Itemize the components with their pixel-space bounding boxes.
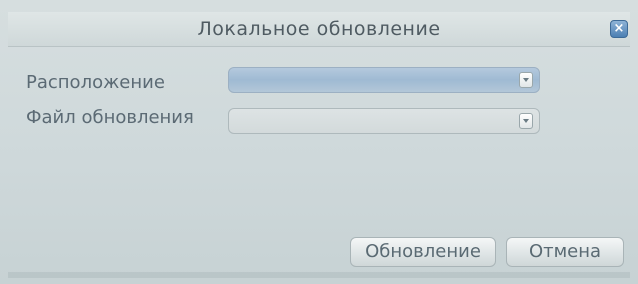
close-icon[interactable]: × — [610, 20, 628, 38]
dialog-bottom-border — [8, 272, 630, 278]
update-file-select[interactable] — [228, 108, 540, 134]
cancel-button[interactable]: Отмена — [506, 237, 624, 267]
location-dropdown-button[interactable] — [519, 72, 533, 88]
location-label: Расположение — [26, 72, 165, 93]
location-select[interactable] — [228, 67, 540, 93]
chevron-down-icon — [523, 119, 529, 123]
chevron-down-icon — [523, 78, 529, 82]
update-button[interactable]: Обновление — [350, 237, 496, 267]
dialog-title: Локальное обновление — [197, 18, 441, 40]
update-file-dropdown-button[interactable] — [519, 113, 533, 129]
title-bar: Локальное обновление × — [8, 12, 630, 47]
update-file-label: Файл обновления — [26, 107, 194, 128]
local-update-dialog: Локальное обновление × Расположение Файл… — [0, 0, 638, 284]
